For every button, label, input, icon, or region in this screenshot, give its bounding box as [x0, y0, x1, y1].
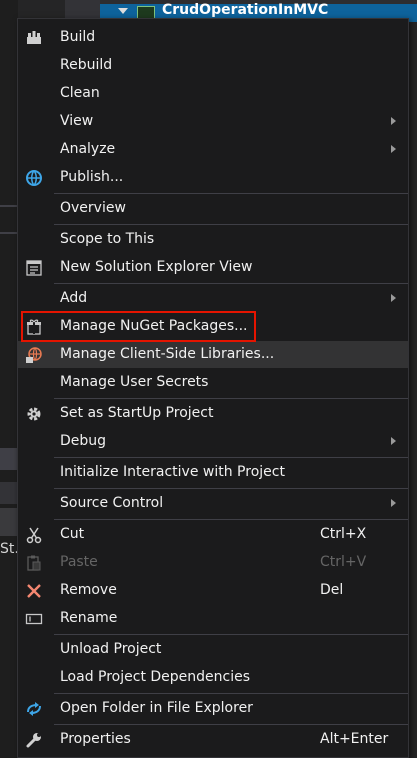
menu-item-label: Paste	[60, 554, 98, 570]
menu-item-manage-user-secrets[interactable]: Manage User Secrets	[18, 369, 408, 396]
background-field	[0, 508, 18, 536]
menu-item-label: View	[60, 113, 94, 129]
menu-item-label: Initialize Interactive with Project	[60, 464, 285, 480]
menu-item-label: Manage NuGet Packages...	[60, 318, 248, 334]
divider	[0, 205, 18, 207]
background-toolbar	[0, 482, 18, 504]
shortcut-text: Ctrl+X	[320, 526, 367, 542]
shortcut-text: Del	[320, 582, 344, 598]
menu-item-label: Rebuild	[60, 57, 113, 73]
menu-item-view[interactable]: View	[18, 108, 408, 135]
menu-item-label: Unload Project	[60, 641, 162, 657]
menu-item-label: Clean	[60, 85, 100, 101]
menu-separator	[54, 724, 408, 725]
menu-item-label: Cut	[60, 526, 85, 542]
menu-item-cut[interactable]: Cut Ctrl+X	[18, 521, 408, 548]
submenu-arrow-icon	[391, 499, 396, 507]
menu-item-set-as-startup-project[interactable]: Set as StartUp Project	[18, 400, 408, 427]
menu-item-initialize-interactive[interactable]: Initialize Interactive with Project	[18, 459, 408, 486]
gear-icon	[24, 404, 44, 424]
menu-item-analyze[interactable]: Analyze	[18, 136, 408, 163]
menu-item-rename[interactable]: Rename	[18, 605, 408, 632]
menu-item-load-project-dependencies[interactable]: Load Project Dependencies	[18, 664, 408, 691]
expand-caret-icon[interactable]	[118, 8, 128, 14]
menu-item-label: Debug	[60, 433, 107, 449]
shortcut-text: Ctrl+V	[320, 554, 367, 570]
menu-item-overview[interactable]: Overview	[18, 195, 408, 222]
menu-separator	[54, 224, 408, 225]
menu-item-scope-to-this[interactable]: Scope to This	[18, 226, 408, 253]
submenu-arrow-icon	[391, 145, 396, 153]
menu-item-add[interactable]: Add	[18, 285, 408, 312]
menu-item-remove[interactable]: Remove Del	[18, 577, 408, 604]
divider	[0, 232, 18, 234]
menu-separator	[54, 519, 408, 520]
menu-item-label: New Solution Explorer View	[60, 259, 253, 275]
paste-icon	[24, 553, 44, 573]
project-name: CrudOperationInMVC	[162, 2, 329, 18]
nuget-package-icon	[24, 317, 44, 337]
client-libraries-icon	[24, 345, 44, 365]
menu-item-manage-nuget-packages[interactable]: Manage NuGet Packages...	[18, 313, 408, 340]
menu-item-rebuild[interactable]: Rebuild	[18, 52, 408, 79]
menu-separator	[54, 693, 408, 694]
remove-x-icon	[24, 581, 44, 601]
build-icon	[24, 28, 44, 48]
menu-item-label: Source Control	[60, 495, 164, 511]
background-text: St.	[0, 541, 18, 557]
context-menu: Build Rebuild Clean View Analyze Publish…	[17, 18, 409, 758]
menu-item-label: Load Project Dependencies	[60, 669, 251, 685]
menu-item-label: Manage Client-Side Libraries...	[60, 346, 275, 362]
menu-separator	[54, 457, 408, 458]
left-background-panel	[0, 0, 18, 758]
menu-item-paste[interactable]: Paste Ctrl+V	[18, 549, 408, 576]
menu-item-publish[interactable]: Publish...	[18, 164, 408, 191]
submenu-arrow-icon	[391, 437, 396, 445]
shortcut-text: Alt+Enter	[320, 731, 389, 747]
menu-item-manage-client-side-libraries[interactable]: Manage Client-Side Libraries...	[18, 341, 408, 368]
submenu-arrow-icon	[391, 117, 396, 125]
menu-item-open-folder-in-file-explorer[interactable]: Open Folder in File Explorer	[18, 695, 408, 722]
refresh-arrow-icon	[24, 699, 44, 719]
menu-item-label: Add	[60, 290, 88, 306]
menu-item-properties[interactable]: Properties Alt+Enter	[18, 726, 408, 753]
solution-explorer-icon	[24, 258, 44, 278]
menu-item-debug[interactable]: Debug	[18, 428, 408, 455]
wrench-icon	[24, 730, 44, 750]
menu-item-label: Remove	[60, 582, 117, 598]
menu-item-label: Analyze	[60, 141, 116, 157]
menu-item-label: Overview	[60, 200, 126, 216]
background-toolbar	[0, 448, 18, 470]
menu-item-label: Build	[60, 29, 96, 45]
menu-item-label: Publish...	[60, 169, 124, 185]
submenu-arrow-icon	[391, 294, 396, 302]
menu-item-clean[interactable]: Clean	[18, 80, 408, 107]
menu-separator	[54, 634, 408, 635]
rename-icon	[24, 609, 44, 629]
menu-separator	[54, 283, 408, 284]
menu-item-label: Scope to This	[60, 231, 155, 247]
menu-item-label: Set as StartUp Project	[60, 405, 214, 421]
menu-item-label: Rename	[60, 610, 118, 626]
menu-item-new-solution-explorer-view[interactable]: New Solution Explorer View	[18, 254, 408, 281]
menu-item-label: Properties	[60, 731, 131, 747]
menu-item-source-control[interactable]: Source Control	[18, 490, 408, 517]
menu-item-build[interactable]: Build	[18, 24, 408, 51]
scissors-icon	[24, 525, 44, 545]
menu-item-label: Open Folder in File Explorer	[60, 700, 253, 716]
menu-separator	[54, 193, 408, 194]
menu-separator	[54, 488, 408, 489]
menu-separator	[54, 398, 408, 399]
menu-item-label: Manage User Secrets	[60, 374, 209, 390]
globe-icon	[24, 168, 44, 188]
menu-item-unload-project[interactable]: Unload Project	[18, 636, 408, 663]
